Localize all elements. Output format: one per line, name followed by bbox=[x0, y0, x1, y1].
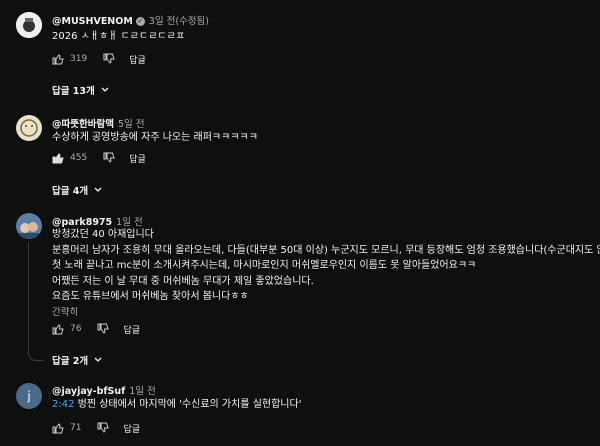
reply-button[interactable]: 답글 bbox=[129, 152, 146, 165]
reply-button[interactable]: 답글 bbox=[129, 53, 146, 66]
like-icon[interactable] bbox=[52, 152, 64, 164]
comment-actions: 71 답글 bbox=[52, 420, 140, 436]
comment-header: @park8975 1일 전 bbox=[52, 214, 143, 228]
comment-line: 수상하게 공영방송에 자주 나오는 래퍼ㅋㅋㅋㅋㅋ bbox=[52, 132, 258, 143]
comment-line: 첫 노래 끝나고 mc분이 소개시켜주시는데, 마시마로인지 머쉬멜로우인지 이… bbox=[52, 260, 477, 271]
thread-line bbox=[28, 242, 29, 350]
like-count: 76 bbox=[70, 324, 82, 334]
timestamp-link[interactable]: 2:42 bbox=[52, 399, 74, 410]
comment-text: 수상하게 공영방송에 자주 나오는 래퍼ㅋㅋㅋㅋㅋ bbox=[52, 130, 258, 146]
comment-line: 벙찐 상태에서 마지막에 '수신료의 가치를 실현합니다' bbox=[74, 399, 302, 410]
dislike-icon[interactable] bbox=[103, 152, 115, 164]
like-icon[interactable] bbox=[52, 323, 64, 335]
avatar[interactable]: j bbox=[16, 383, 42, 409]
comment-line: 방청갔던 40 아재입니다 bbox=[52, 229, 154, 240]
verified-icon: ✓ bbox=[135, 17, 145, 26]
avatar[interactable] bbox=[16, 115, 42, 141]
comment-line: 어쨌든 저는 이 날 무대 중 머쉬베놈 무대가 제일 좋았었습니다. bbox=[52, 275, 314, 287]
view-replies-button[interactable]: 답글 2개 bbox=[52, 353, 102, 367]
chevron-down-icon bbox=[94, 357, 102, 362]
avatar[interactable] bbox=[16, 213, 42, 239]
avatar-letter: j bbox=[27, 389, 31, 403]
comment-time[interactable]: 1일 전 bbox=[129, 386, 156, 397]
dislike-icon[interactable] bbox=[103, 53, 115, 65]
comment-text: 2:42 벙찐 상태에서 마지막에 '수신료의 가치를 실현합니다' bbox=[52, 397, 301, 413]
like-icon[interactable] bbox=[52, 422, 64, 434]
comment-header: @MUSHVENOM ✓ 3일 전(수정됨) bbox=[52, 13, 209, 27]
comment-text: 방청갔던 40 아재입니다 분홍머리 남자가 조용히 무대 올라오는데, 다들(… bbox=[52, 227, 600, 305]
thread-connector bbox=[28, 350, 43, 361]
reply-button[interactable]: 답글 bbox=[123, 422, 140, 435]
comment-line: 요즘도 유튜브에서 머쉬베놈 찾아서 봅니다ㅎㅎ bbox=[52, 291, 249, 302]
comment-time[interactable]: 3일 전(수정됨) bbox=[149, 16, 209, 27]
comment-text: 2026 ㅅㅐㅎㅐ ㄷㄹㄷㄹㄷㄹㅍ bbox=[52, 29, 185, 45]
like-count: 319 bbox=[70, 54, 88, 64]
chevron-down-icon bbox=[94, 187, 102, 192]
view-replies-button[interactable]: 답글 4개 bbox=[52, 183, 102, 197]
comment-line: 2026 ㅅㅐㅎㅐ ㄷㄹㄷㄹㄷㄹㅍ bbox=[52, 31, 186, 42]
author-name[interactable]: @jayjay-bfSuf bbox=[52, 386, 125, 397]
replies-label: 답글 13개 bbox=[52, 86, 95, 97]
like-icon[interactable] bbox=[52, 53, 64, 65]
author-name[interactable]: @MUSHVENOM bbox=[52, 16, 133, 27]
dislike-icon[interactable] bbox=[97, 323, 110, 335]
comment-actions: 455 답글 bbox=[52, 150, 146, 166]
dislike-icon[interactable] bbox=[97, 422, 110, 434]
avatar[interactable] bbox=[16, 12, 42, 38]
comment-actions: 76 답글 bbox=[52, 321, 140, 337]
reply-button[interactable]: 답글 bbox=[123, 323, 140, 336]
replies-label: 답글 4개 bbox=[52, 186, 89, 197]
like-count: 455 bbox=[70, 153, 88, 163]
show-less-button[interactable]: 간략히 bbox=[52, 304, 78, 318]
comment-time[interactable]: 5일 전 bbox=[118, 119, 145, 130]
comment-actions: 319 답글 bbox=[52, 51, 146, 67]
comment-line: 분홍머리 남자가 조용히 무대 올라오는데, 다들(대부분 50대 이상) 누군… bbox=[52, 244, 600, 256]
author-name[interactable]: @따뜻한바람맥 bbox=[52, 119, 114, 130]
like-count: 71 bbox=[70, 423, 82, 433]
replies-label: 답글 2개 bbox=[52, 356, 89, 367]
comment-header: @따뜻한바람맥 5일 전 bbox=[52, 116, 145, 130]
view-replies-button[interactable]: 답글 13개 bbox=[52, 83, 109, 97]
comment-header: @jayjay-bfSuf 1일 전 bbox=[52, 383, 156, 397]
chevron-down-icon bbox=[101, 87, 109, 92]
